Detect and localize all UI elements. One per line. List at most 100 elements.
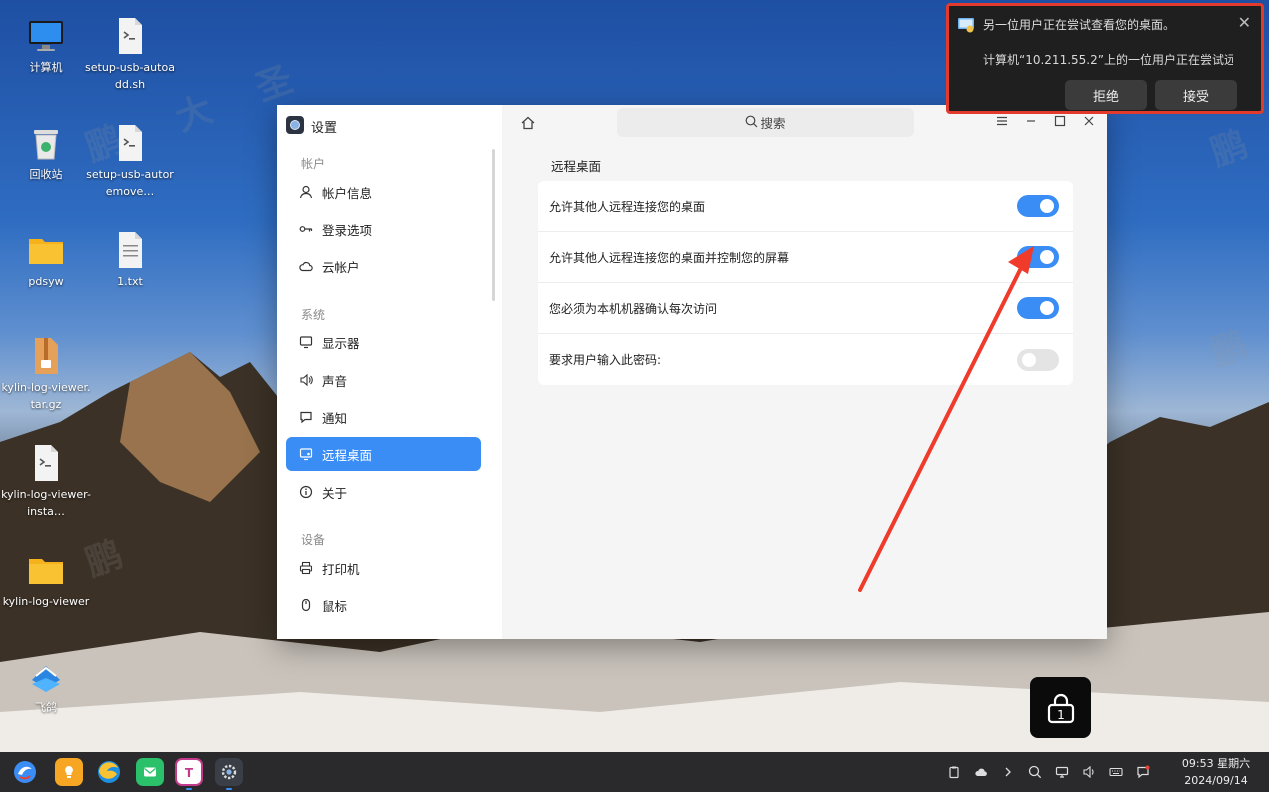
start-menu-button[interactable] xyxy=(11,758,39,786)
desktop-icon-setup-usb-autoadd[interactable]: setup-usb-autoadd.sh xyxy=(85,16,175,93)
desktop-icon-trash[interactable]: 回收站 xyxy=(1,123,91,183)
taskbar-app-terminal[interactable]: T xyxy=(175,758,203,786)
taskbar: T 09:53 星期六 2024/09/14 xyxy=(0,752,1269,792)
desktop-icon-pdsyw[interactable]: pdsyw xyxy=(1,230,91,290)
sidebar-item-label: 显示器 xyxy=(322,335,360,351)
lock-icon: 1 xyxy=(1047,693,1074,723)
clock-time: 09:53 星期六 xyxy=(1181,757,1251,770)
menu-icon[interactable] xyxy=(994,113,1010,129)
taskbar-app-settings[interactable] xyxy=(215,758,243,786)
feige-app-icon xyxy=(26,656,66,696)
desktop-icon-kylin-log-viewer-install[interactable]: kylin-log-viewer-insta… xyxy=(1,443,91,520)
archive-icon xyxy=(26,336,66,376)
close-icon[interactable]: ✕ xyxy=(1238,13,1251,32)
minimize-icon[interactable] xyxy=(1023,113,1039,129)
search-placeholder: 搜索 xyxy=(760,116,786,131)
maximize-icon[interactable] xyxy=(1052,113,1068,129)
setting-label: 允许其他人远程连接您的桌面并控制您的屏幕 xyxy=(549,250,790,265)
mouse-icon xyxy=(298,597,314,613)
sidebar-item-remote-desktop[interactable]: 远程桌面 xyxy=(286,437,481,471)
chevron-right-icon[interactable] xyxy=(999,763,1017,781)
accept-button[interactable]: 接受 xyxy=(1155,80,1237,110)
watermark-text: 圣 xyxy=(250,58,299,110)
running-indicator xyxy=(186,788,192,790)
sidebar-item-label: 帐户信息 xyxy=(322,185,373,201)
clipboard-icon[interactable] xyxy=(945,763,963,781)
sidebar-item-notification[interactable]: 通知 xyxy=(286,400,481,434)
key-icon xyxy=(298,221,314,237)
sidebar-item-display[interactable]: 显示器 xyxy=(286,325,481,359)
desktop-icon-kylin-log-viewer[interactable]: kylin-log-viewer xyxy=(1,550,91,610)
desktop-icon-label: 飞鸽 xyxy=(35,701,57,714)
search-icon[interactable] xyxy=(1026,763,1044,781)
desktop-icon-1txt[interactable]: 1.txt xyxy=(85,230,175,290)
desktop-icon-setup-usb-autoremove[interactable]: setup-usb-autoremove… xyxy=(85,123,175,200)
remote-desktop-settings-card: 允许其他人远程连接您的桌面 允许其他人远程连接您的桌面并控制您的屏幕 您必须为本… xyxy=(538,181,1073,385)
remote-access-notification: 另一位用户正在尝试查看您的桌面。 ✕ 计算机“10.211.55.2”上的一位用… xyxy=(946,3,1264,114)
desktop-icon-kylin-log-viewer-tar[interactable]: kylin-log-viewer.tar.gz xyxy=(1,336,91,413)
reject-button[interactable]: 拒绝 xyxy=(1065,80,1147,110)
cloud-icon xyxy=(298,258,314,274)
sidebar-item-label: 打印机 xyxy=(322,561,360,577)
sidebar-scrollbar[interactable] xyxy=(492,149,495,301)
folder-icon xyxy=(26,230,66,270)
allow-control-toggle[interactable] xyxy=(1017,246,1059,268)
trash-icon xyxy=(26,123,66,163)
taskbar-app-browser[interactable] xyxy=(95,758,123,786)
sidebar-item-login-options[interactable]: 登录选项 xyxy=(286,212,481,246)
notification-body: 计算机“10.211.55.2”上的一位用户正在尝试远… xyxy=(983,53,1233,67)
taskbar-app-tips[interactable] xyxy=(55,758,83,786)
printer-icon xyxy=(298,560,314,576)
sidebar-item-label: 登录选项 xyxy=(322,222,373,238)
sidebar-item-label: 声音 xyxy=(322,373,348,389)
sidebar-item-label: 关于 xyxy=(322,485,348,501)
keyboard-icon[interactable] xyxy=(1107,763,1125,781)
sidebar-item-about[interactable]: 关于 xyxy=(286,475,481,509)
setting-row-allow-control: 允许其他人远程连接您的桌面并控制您的屏幕 xyxy=(538,232,1073,283)
clock-date: 2024/09/14 xyxy=(1184,774,1248,787)
volume-icon[interactable] xyxy=(1080,763,1098,781)
chat-icon xyxy=(298,409,314,425)
sidebar-item-printer[interactable]: 打印机 xyxy=(286,551,481,585)
sidebar-item-cloud-account[interactable]: 云帐户 xyxy=(286,249,481,283)
settings-app-icon xyxy=(286,116,304,134)
allow-view-toggle[interactable] xyxy=(1017,195,1059,217)
remote-desktop-icon xyxy=(957,16,975,34)
watermark-text: 鹏 xyxy=(1205,123,1254,175)
running-indicator xyxy=(226,788,232,790)
close-icon[interactable] xyxy=(1081,113,1097,129)
speaker-icon xyxy=(298,372,314,388)
folder-icon xyxy=(26,550,66,590)
desktop-icon-label: pdsyw xyxy=(28,275,64,288)
cloud-icon[interactable] xyxy=(972,763,990,781)
text-file-icon xyxy=(110,230,150,270)
desktop-icon-label: kylin-log-viewer-insta… xyxy=(1,488,91,518)
taskbar-app-mail[interactable] xyxy=(136,758,164,786)
home-icon[interactable] xyxy=(520,115,538,133)
taskbar-clock[interactable]: 09:53 星期六 2024/09/14 xyxy=(1170,755,1262,789)
desktop-icon-feige[interactable]: 飞鸽 xyxy=(1,656,91,716)
sidebar-item-mouse[interactable]: 鼠标 xyxy=(286,588,481,622)
network-icon[interactable] xyxy=(1053,763,1071,781)
nav-group-system: 系统 xyxy=(301,308,326,322)
confirm-access-toggle[interactable] xyxy=(1017,297,1059,319)
settings-main-panel: 搜索 远程桌面 允许其他人远程连接您的桌面 允许其他人远程连接您的桌面并控制您的… xyxy=(502,105,1107,639)
info-icon xyxy=(298,484,314,500)
setting-label: 您必须为本机机器确认每次访问 xyxy=(549,301,718,316)
desktop-icon-label: 1.txt xyxy=(117,275,143,288)
lock-button[interactable]: 1 xyxy=(1030,677,1091,738)
watermark-text: 鹏 xyxy=(1205,323,1254,375)
script-file-icon xyxy=(110,16,150,56)
script-file-icon xyxy=(26,443,66,483)
desktop-icon-computer[interactable]: 计算机 xyxy=(1,16,91,76)
search-icon xyxy=(745,115,758,131)
notification-center-icon[interactable] xyxy=(1134,763,1152,781)
sidebar-item-account-info[interactable]: 帐户信息 xyxy=(286,175,481,209)
sidebar-item-sound[interactable]: 声音 xyxy=(286,363,481,397)
desktop-icon-label: setup-usb-autoremove… xyxy=(86,168,174,198)
desktop-icon-label: kylin-log-viewer.tar.gz xyxy=(1,381,91,411)
computer-icon xyxy=(26,16,66,56)
search-input[interactable]: 搜索 xyxy=(617,108,914,137)
script-file-icon xyxy=(110,123,150,163)
require-password-toggle[interactable] xyxy=(1017,348,1059,371)
